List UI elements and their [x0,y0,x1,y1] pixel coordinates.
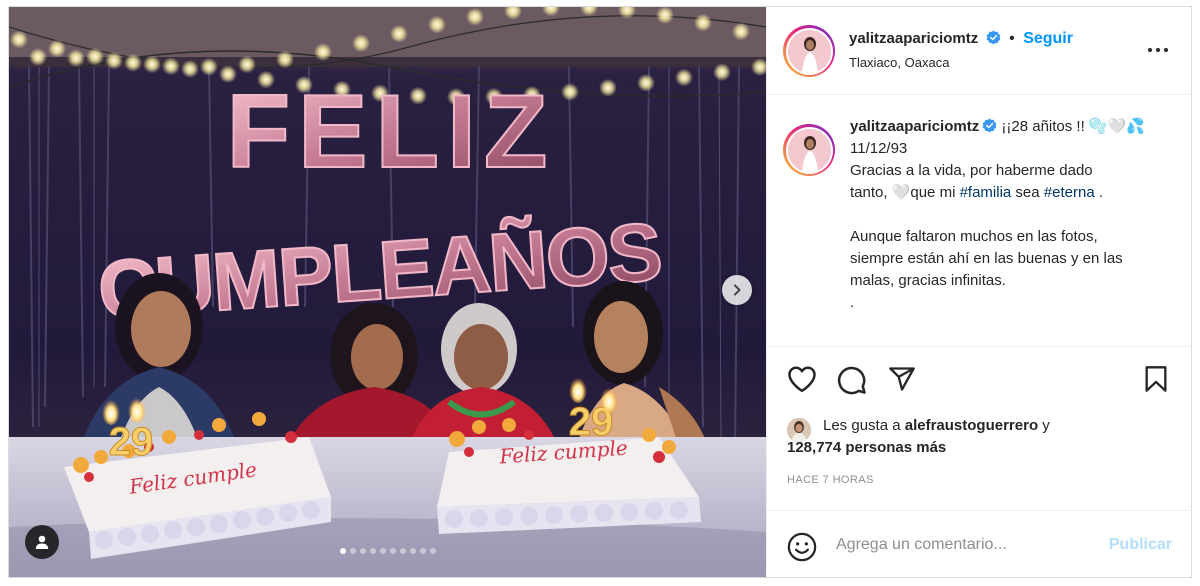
carousel-dot [389,548,396,554]
like-heart-icon[interactable] [787,365,817,393]
verified-badge-icon [982,118,997,133]
light-bulb [143,55,161,74]
carousel-dot [429,548,436,554]
post-actions [767,359,1192,399]
balloon-text-feliz: FELIZ [227,74,556,190]
light-bulb [181,59,199,78]
light-bulb [29,48,47,67]
carousel-dot [419,548,426,554]
caption-text-fragment: tanto, 🤍que mi [850,184,960,201]
author-avatar[interactable] [783,25,835,77]
light-bulb [675,68,693,87]
light-bulb [238,55,256,74]
liker-username[interactable]: alefraustoguerrero [905,417,1038,434]
carousel-dot [339,548,346,554]
save-bookmark-icon[interactable] [1143,365,1169,393]
light-bulb [352,34,370,53]
light-bulb [276,50,294,69]
comment-input[interactable] [836,533,1086,557]
caption-date: 11/12/93 [850,140,908,157]
light-bulb [599,78,617,97]
avatar-photo [787,418,811,442]
light-bulb [105,51,123,70]
caption-text-fragment: . [1094,184,1104,201]
post-timestamp[interactable]: HACE 7 HORAS [787,474,874,486]
post-side-panel: yalitzaapariciomtz • Seguir Tlaxiaco, Oa… [766,7,1192,577]
light-bulb [48,39,66,58]
post-photo[interactable]: FELIZ CUMPLEAÑOS Feliz cumple 29 Feliz c… [9,7,766,577]
light-bulb [314,43,332,62]
chevron-right-icon [734,284,741,296]
candle-number-left: 29 [109,420,154,464]
light-bulb [200,57,218,76]
hashtag-familia[interactable]: #familia [960,184,1012,201]
caption-line: malas, gracias infinitas. [850,272,1006,289]
caption-line: . [850,294,855,311]
light-bulb [390,24,408,43]
light-bulb [561,82,579,101]
post-location[interactable]: Tlaxiaco, Oaxaca [849,55,949,70]
follow-button[interactable]: Seguir [1023,30,1073,47]
instagram-post: FELIZ CUMPLEAÑOS Feliz cumple 29 Feliz c… [8,6,1192,578]
caption-line: Aunque faltaron muchos en las fotos, [850,228,1098,245]
author-username[interactable]: yalitzaapariciomtz [849,30,978,47]
carousel-indicator [9,548,766,554]
light-bulb [86,47,104,66]
likes-connector: y [1038,417,1050,434]
comment-icon[interactable] [837,365,867,395]
liker-avatar[interactable] [787,418,811,442]
hashtag-eterna[interactable]: #eterna [1044,184,1095,201]
caption-username[interactable]: yalitzaapariciomtz [850,118,979,135]
carousel-dot [359,548,366,554]
avatar-photo [787,29,831,73]
emoji-icon[interactable] [787,532,817,562]
light-bulb [713,63,731,82]
publish-button[interactable]: Publicar [1109,536,1172,554]
carousel-next-button[interactable] [722,275,752,305]
light-bulb [124,53,142,72]
light-bulb [10,30,28,49]
post-header: yalitzaapariciomtz • Seguir Tlaxiaco, Oa… [767,7,1191,95]
comment-bar: Publicar [767,510,1192,577]
likes-summary: Les gusta a alefraustoguerrero y 128,774… [787,415,1182,459]
avatar-photo [787,128,831,172]
light-bulb [162,57,180,76]
light-bulb [428,15,446,34]
likes-prefix: Les gusta a [823,417,905,434]
caption-headline: ¡¡28 añitos !! 🫧🤍💦 [1001,118,1145,135]
light-bulb [732,22,750,41]
party-photo: FELIZ CUMPLEAÑOS Feliz cumple 29 Feliz c… [9,7,766,577]
caption-author-avatar[interactable] [783,124,835,176]
carousel-dot [369,548,376,554]
more-options-icon[interactable] [1147,47,1169,53]
light-bulb [637,73,655,92]
carousel-dot [399,548,406,554]
separator-dot: • [1009,30,1015,47]
verified-badge-icon [986,30,1001,45]
carousel-dot [409,548,416,554]
caption-line: siempre están ahí en las buenas y en las [850,250,1123,267]
likes-count[interactable]: 128,774 personas más [787,437,1182,459]
light-bulb [466,7,484,26]
carousel-dot [349,548,356,554]
caption-line: Gracias a la vida, por haberme dado [850,162,1093,179]
caption-text: yalitzaapariciomtz ¡¡28 añitos !! 🫧🤍💦 11… [850,116,1180,314]
light-bulb [67,49,85,68]
post-caption: yalitzaapariciomtz ¡¡28 añitos !! 🫧🤍💦 11… [767,96,1192,347]
share-icon[interactable] [887,365,917,393]
carousel-dot [379,548,386,554]
light-bulb [694,13,712,32]
caption-text-fragment: sea [1011,184,1044,201]
